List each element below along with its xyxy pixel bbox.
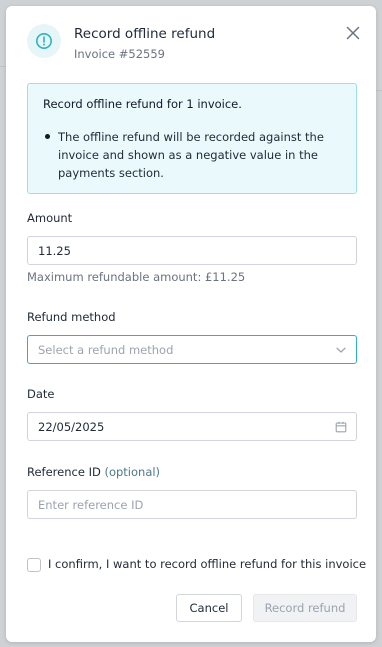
date-label: Date bbox=[27, 387, 55, 401]
bullet-icon bbox=[45, 134, 50, 139]
refund-method-placeholder: Select a refund method bbox=[38, 342, 174, 357]
modal-title: Record offline refund bbox=[74, 26, 216, 42]
reference-id-label: Reference ID (optional) bbox=[27, 465, 160, 479]
invoice-number: Invoice #52559 bbox=[74, 47, 165, 61]
close-button[interactable] bbox=[344, 24, 362, 42]
refund-method-select[interactable]: Select a refund method bbox=[27, 335, 357, 364]
info-notice: Record offline refund for 1 invoice. The… bbox=[27, 83, 357, 194]
date-input[interactable]: 22/05/2025 bbox=[27, 412, 357, 441]
header-icon bbox=[27, 24, 61, 58]
chevron-down-icon bbox=[335, 344, 347, 356]
amount-input[interactable]: 11.25 bbox=[27, 236, 357, 265]
calendar-icon[interactable] bbox=[335, 421, 347, 433]
confirm-checkbox[interactable] bbox=[27, 558, 41, 572]
alert-circle-icon bbox=[36, 33, 52, 49]
record-refund-button[interactable]: Record refund bbox=[253, 594, 357, 622]
cancel-button[interactable]: Cancel bbox=[176, 594, 242, 622]
refund-method-label: Refund method bbox=[27, 310, 116, 324]
optional-tag: (optional) bbox=[104, 465, 161, 479]
info-bullet-text: The offline refund will be recorded agai… bbox=[58, 130, 324, 180]
refund-modal: Record offline refund Invoice #52559 Rec… bbox=[6, 6, 376, 642]
backdrop-divider bbox=[376, 90, 382, 91]
amount-label: Amount bbox=[27, 211, 73, 225]
amount-helper-text: Maximum refundable amount: £11.25 bbox=[27, 270, 246, 284]
reference-id-label-text: Reference ID bbox=[27, 465, 101, 479]
confirm-label[interactable]: I confirm, I want to record offline refu… bbox=[48, 557, 366, 571]
reference-id-input[interactable]: Enter reference ID bbox=[27, 490, 357, 519]
date-value: 22/05/2025 bbox=[38, 419, 105, 434]
close-icon bbox=[346, 26, 360, 40]
info-title: Record offline refund for 1 invoice. bbox=[43, 97, 242, 111]
